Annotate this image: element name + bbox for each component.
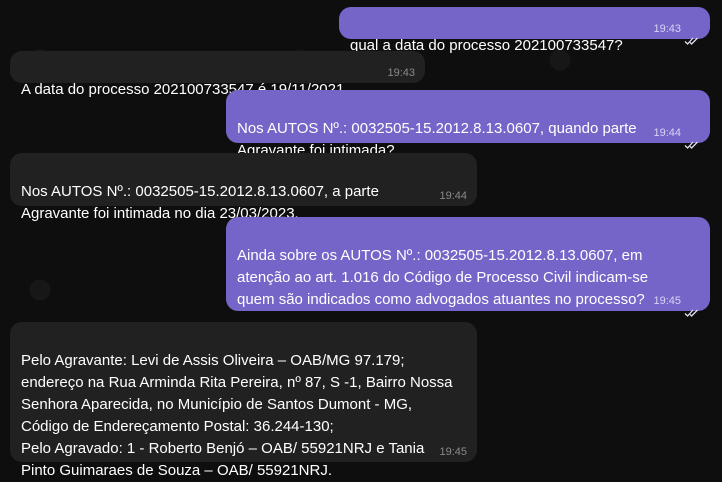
message-text: Pelo Agravante: Levi de Assis Oliveira –… — [21, 352, 453, 479]
message-time: 19:45 — [653, 295, 681, 307]
outgoing-message[interactable]: qual a data do processo 202100733547? 19… — [339, 7, 710, 54]
double-check-icon — [684, 296, 700, 317]
message-meta: 19:44 — [653, 127, 700, 149]
message-text: Ainda sobre os AUTOS Nº.: 0032505-15.201… — [237, 247, 649, 308]
double-check-icon — [684, 128, 700, 149]
outgoing-message[interactable]: Nos AUTOS Nº.: 0032505-15.2012.8.13.0607… — [226, 90, 710, 159]
message-time: 19:44 — [439, 190, 467, 202]
incoming-message[interactable]: Nos AUTOS Nº.: 0032505-15.2012.8.13.0607… — [10, 153, 477, 222]
incoming-message[interactable]: A data do processo 202100733547 é 19/11/… — [10, 51, 425, 98]
message-meta: 19:44 — [439, 190, 467, 202]
outgoing-message[interactable]: Ainda sobre os AUTOS Nº.: 0032505-15.201… — [226, 217, 710, 317]
chat-message-list: qual a data do processo 202100733547? 19… — [0, 0, 722, 479]
message-time: 19:43 — [653, 23, 681, 35]
message-meta: 19:45 — [439, 446, 467, 458]
message-meta: 19:45 — [653, 295, 700, 317]
incoming-message[interactable]: Pelo Agravante: Levi de Assis Oliveira –… — [10, 322, 477, 479]
message-time: 19:44 — [653, 127, 681, 139]
message-meta: 19:43 — [387, 67, 415, 79]
double-check-icon — [684, 24, 700, 45]
message-time: 19:45 — [439, 446, 467, 458]
message-time: 19:43 — [387, 67, 415, 79]
message-meta: 19:43 — [653, 23, 700, 45]
